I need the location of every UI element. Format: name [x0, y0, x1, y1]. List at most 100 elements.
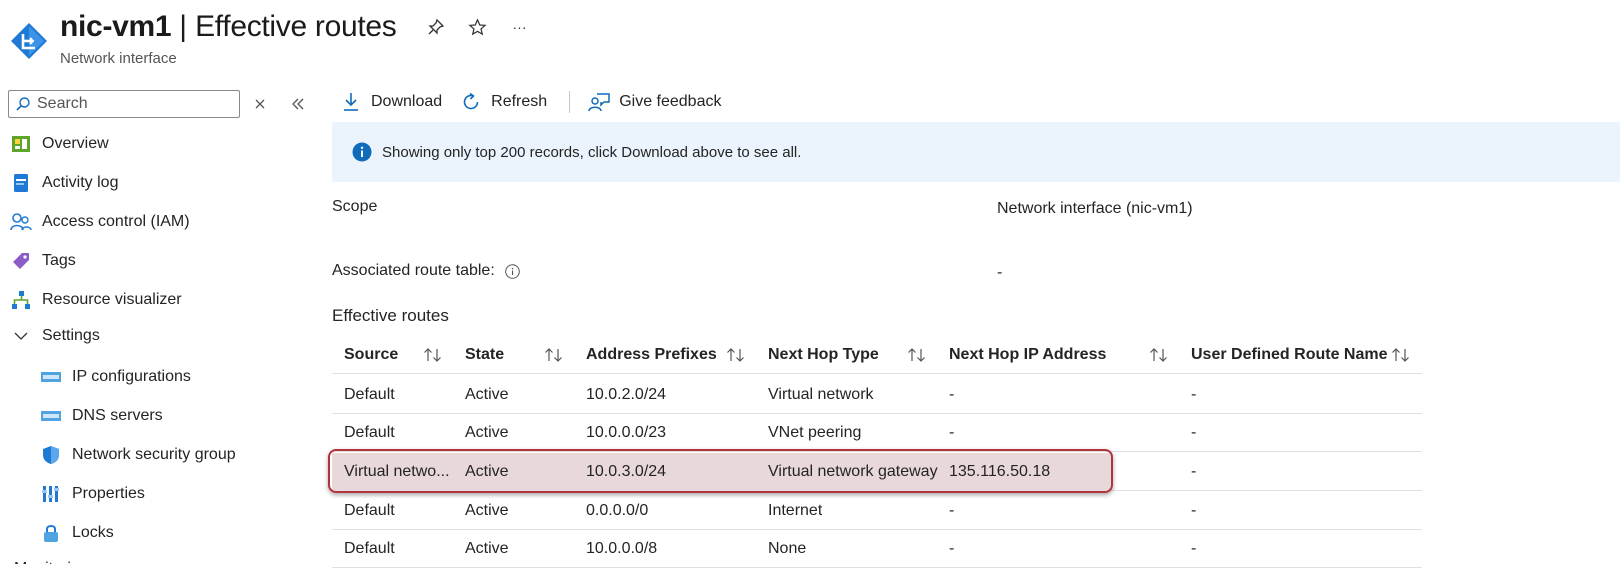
sort-icon[interactable] — [544, 347, 564, 363]
sidebar-item-locks[interactable]: Locks — [40, 517, 114, 549]
download-button[interactable]: Download — [340, 91, 442, 113]
tag-icon — [10, 250, 32, 272]
sidebar-item-tags[interactable]: Tags — [10, 245, 76, 277]
info-icon — [352, 142, 372, 162]
sidebar-item-label: Tags — [42, 252, 76, 269]
chevron-down-icon — [10, 325, 32, 347]
sidebar-item-label: Access control (IAM) — [42, 213, 190, 230]
search-input[interactable] — [37, 95, 227, 113]
cell-state: Active — [465, 423, 509, 441]
sort-icon[interactable] — [726, 347, 746, 363]
cell-source: Default — [344, 501, 395, 519]
lock-icon — [40, 522, 62, 544]
overview-icon — [10, 133, 32, 155]
sort-icon[interactable] — [1149, 347, 1169, 363]
cell-state: Active — [465, 539, 509, 557]
sort-icon[interactable] — [1391, 347, 1411, 363]
iam-icon — [10, 211, 32, 233]
sidebar-item-resource-visualizer[interactable]: Resource visualizer — [10, 284, 182, 316]
page-header: nic-vm1 | Effective routes ··· Network i… — [0, 0, 1620, 80]
give-feedback-button[interactable]: Give feedback — [588, 91, 721, 113]
sidebar-item-properties[interactable]: Properties — [40, 478, 145, 510]
column-header-udr-name[interactable]: User Defined Route Name — [1191, 336, 1388, 373]
column-header-next-hop-ip[interactable]: Next Hop IP Address — [949, 336, 1106, 373]
cell-udr: - — [1191, 501, 1197, 519]
cell-hop-type: Virtual network gateway — [768, 462, 938, 480]
sidebar: Overview Activity log Access control (IA… — [0, 86, 320, 584]
sidebar-item-label: Activity log — [42, 174, 119, 191]
table-row[interactable]: Default Active 0.0.0.0/0 Internet - - — [332, 492, 1422, 530]
cell-source: Virtual netwo... — [344, 462, 450, 480]
sidebar-item-overview[interactable]: Overview — [10, 128, 109, 160]
sidebar-item-activity-log[interactable]: Activity log — [10, 167, 118, 199]
info-tooltip-icon[interactable] — [504, 263, 520, 279]
cell-hop-ip: 135.116.50.18 — [949, 462, 1051, 480]
cell-prefix: 10.0.0.0/23 — [586, 423, 667, 441]
sidebar-item-label: Overview — [42, 135, 109, 152]
command-bar: Download Refresh Give feedback — [340, 88, 739, 116]
cell-source: Default — [344, 385, 395, 403]
sidebar-item-label: DNS servers — [72, 407, 163, 424]
cell-hop-type: VNet peering — [768, 423, 862, 441]
sidebar-item-iam[interactable]: Access control (IAM) — [10, 206, 190, 238]
search-box[interactable] — [8, 90, 240, 118]
star-icon[interactable] — [467, 16, 489, 38]
info-message: Showing only top 200 records, click Down… — [382, 143, 802, 161]
cell-source: Default — [344, 539, 395, 557]
cell-state: Active — [465, 462, 509, 480]
table-row[interactable]: Default Active 10.0.2.0/24 Virtual netwo… — [332, 376, 1422, 414]
sidebar-item-label: Settings — [42, 327, 100, 344]
cell-hop-ip: - — [949, 423, 955, 441]
scope-value: Network interface (nic-vm1) — [997, 200, 1193, 217]
grid-header-row: Source State Address Prefixes Next Hop T… — [332, 336, 1422, 374]
route-table-field: Associated route table: — [332, 262, 520, 280]
sidebar-item-label: Network security group — [72, 446, 236, 463]
scope-label: Scope — [332, 198, 378, 215]
pin-icon[interactable] — [425, 16, 447, 38]
cell-state: Active — [465, 501, 509, 519]
sidebar-item-ip-configurations[interactable]: IP configurations — [40, 361, 191, 393]
cell-hop-type: Internet — [768, 501, 823, 519]
cell-udr: - — [1191, 423, 1197, 441]
search-icon — [16, 97, 30, 111]
properties-icon — [40, 483, 62, 505]
refresh-label: Refresh — [491, 93, 548, 110]
cell-hop-type: Virtual network — [768, 385, 874, 403]
page-subtitle: Network interface — [60, 50, 177, 67]
cell-udr: - — [1191, 385, 1197, 403]
sidebar-item-label: Resource visualizer — [42, 291, 182, 308]
refresh-icon — [460, 91, 482, 113]
ip-config-icon — [40, 366, 62, 388]
cell-prefix: 10.0.3.0/24 — [586, 462, 667, 480]
close-icon[interactable] — [252, 96, 268, 112]
title-separator: | — [179, 10, 188, 43]
feedback-label: Give feedback — [619, 93, 722, 110]
table-row[interactable]: Default Active 10.0.0.0/23 VNet peering … — [332, 414, 1422, 452]
table-row-highlighted[interactable]: Virtual netwo... Active 10.0.3.0/24 Virt… — [332, 453, 1422, 491]
sidebar-item-label: IP configurations — [72, 368, 191, 385]
toolbar-divider — [569, 91, 571, 113]
feedback-icon — [588, 91, 610, 113]
more-icon[interactable]: ··· — [509, 16, 531, 38]
info-banner: Showing only top 200 records, click Down… — [332, 122, 1620, 182]
table-row[interactable]: Default Active 10.0.0.0/8 None - - — [332, 530, 1422, 568]
sidebar-group-settings[interactable]: Settings — [10, 320, 100, 352]
cell-source: Default — [344, 423, 395, 441]
network-interface-icon — [11, 23, 47, 59]
download-label: Download — [371, 93, 443, 110]
cell-udr: - — [1191, 462, 1197, 480]
sidebar-item-dns-servers[interactable]: DNS servers — [40, 400, 163, 432]
cell-hop-ip: - — [949, 385, 955, 403]
sidebar-item-label: Properties — [72, 485, 145, 502]
collapse-sidebar-icon[interactable] — [290, 96, 306, 112]
column-header-address-prefixes[interactable]: Address Prefixes — [586, 336, 717, 373]
refresh-button[interactable]: Refresh — [460, 91, 547, 113]
sort-icon[interactable] — [907, 347, 927, 363]
cell-hop-type: None — [768, 539, 807, 557]
dns-icon — [40, 405, 62, 427]
column-header-source[interactable]: Source — [344, 336, 398, 373]
column-header-next-hop-type[interactable]: Next Hop Type — [768, 336, 879, 373]
sort-icon[interactable] — [423, 347, 443, 363]
sidebar-item-network-security-group[interactable]: Network security group — [40, 439, 236, 471]
column-header-state[interactable]: State — [465, 336, 504, 373]
